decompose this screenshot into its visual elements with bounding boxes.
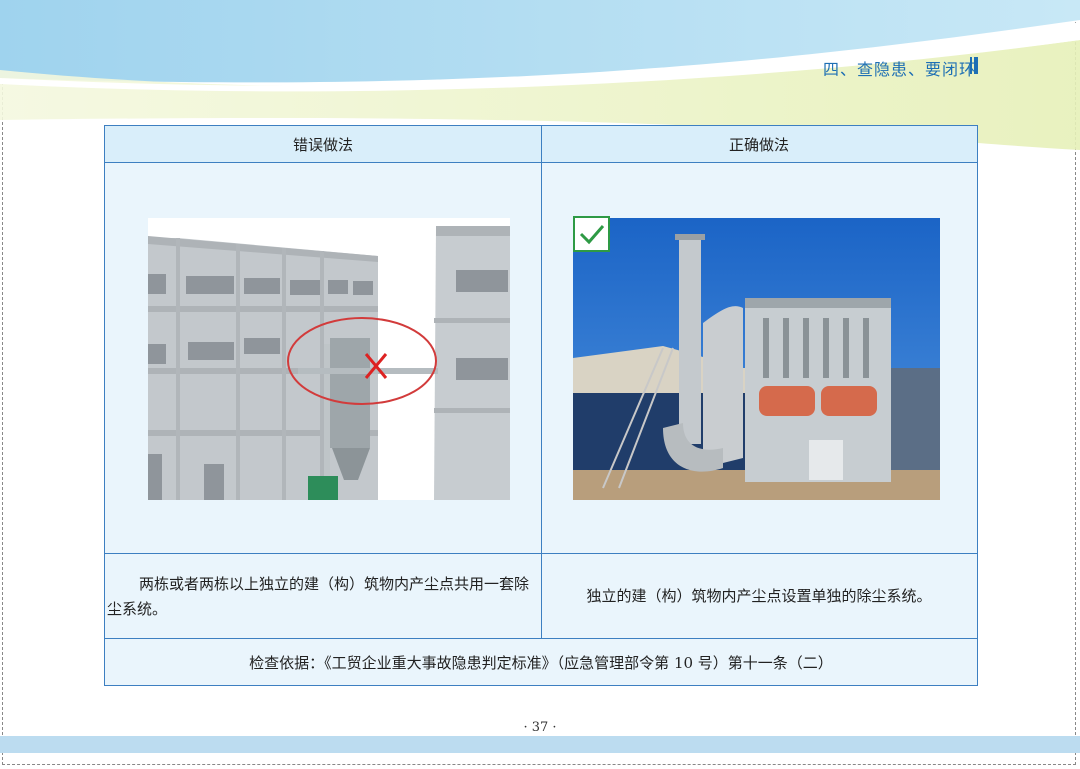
column-divider bbox=[541, 126, 542, 638]
right-practice-image bbox=[573, 218, 940, 500]
section-title: 四、查隐患、要闭环 bbox=[822, 60, 976, 79]
wrong-practice-image bbox=[148, 218, 510, 500]
right-description: 独立的建（构）筑物内产尘点设置单独的除尘系统。 bbox=[586, 587, 932, 605]
page-number: · 37 · bbox=[523, 720, 557, 735]
footer-bar bbox=[0, 736, 1080, 753]
row-divider bbox=[105, 553, 977, 554]
wrong-description: 两栋或者两栋以上独立的建（构）筑物内产尘点共用一套除尘系统。 bbox=[107, 575, 530, 618]
inspection-basis: 检查依据：《工贸企业重大事故隐患判定标准》（应急管理部令第 10 号）第十一条（… bbox=[249, 653, 833, 672]
header-right: 正确做法 bbox=[541, 126, 977, 163]
header-wrong: 错误做法 bbox=[105, 126, 541, 163]
checkmark-icon bbox=[573, 216, 610, 252]
title-mark-icon bbox=[970, 57, 978, 74]
